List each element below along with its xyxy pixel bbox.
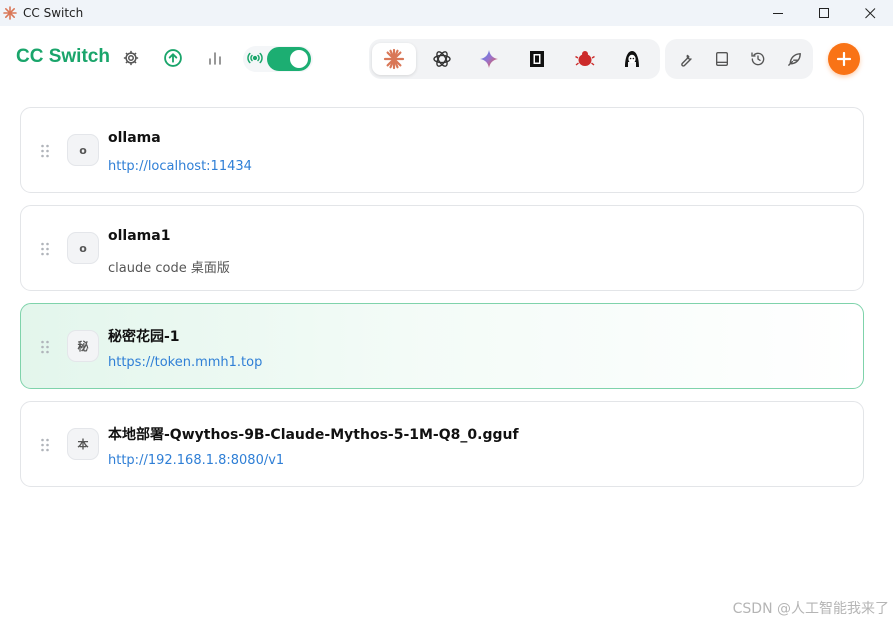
settings-button[interactable] [120,47,142,69]
provider-card[interactable]: o ollama http://localhost:11434 [20,107,864,193]
drag-handle-icon[interactable] [40,242,50,256]
close-button[interactable] [847,0,893,26]
watermark: CSDN @人工智能我来了 [732,601,889,617]
provider-url-link[interactable]: https://token.mmh1.top [108,355,262,370]
provider-avatar: o [67,134,99,166]
minimize-icon [772,12,783,14]
app-tabs-group [369,39,660,79]
opencode-icon [530,51,544,67]
maximize-button[interactable] [801,0,847,26]
provider-description: claude code 桌面版 [108,261,230,276]
drag-handle-icon[interactable] [40,144,50,158]
toggle-knob [290,50,308,68]
gemini-icon [480,50,498,68]
provider-name: 秘密花园-1 [108,329,180,345]
maximize-icon [818,7,829,18]
proxy-toggle[interactable] [267,47,311,71]
tool-button-feather[interactable] [774,43,814,75]
tab-opencode[interactable] [515,43,559,75]
tool-button-wrench[interactable] [665,43,705,75]
app-logo-icon [3,6,17,20]
drag-handle-icon[interactable] [40,340,50,354]
provider-url-link[interactable]: http://localhost:11434 [108,159,252,174]
provider-avatar: 本 [67,428,99,460]
minimize-button[interactable] [755,0,801,26]
provider-card[interactable]: o ollama1 claude code 桌面版 [20,205,864,291]
hacker-icon [625,51,639,67]
tool-button-history[interactable] [738,43,778,75]
proxy-signal-icon [244,47,266,69]
tab-openai[interactable] [420,43,464,75]
provider-name: ollama1 [108,228,171,244]
tab-claude[interactable] [372,43,416,75]
tab-bug[interactable] [563,43,607,75]
add-provider-button[interactable] [828,43,860,75]
tool-button-book[interactable] [702,43,742,75]
arrow-up-circle-icon [164,49,182,67]
wrench-icon [680,54,692,67]
feather-icon [787,52,801,66]
openai-icon [433,51,451,67]
claude-icon [383,48,405,70]
header-toolbar: CC Switch [0,26,893,92]
provider-card[interactable]: 本 本地部署-Qwythos-9B-Claude-Mythos-5-1M-Q8_… [20,401,864,487]
update-button[interactable] [162,47,184,69]
window-title: CC Switch [23,6,84,20]
bar-chart-icon [209,52,221,65]
brand-title: CC Switch [16,46,110,67]
tab-hacker[interactable] [610,43,654,75]
history-icon [751,52,765,66]
usage-stats-button[interactable] [204,47,226,69]
bug-icon [575,51,595,66]
tab-gemini[interactable] [467,43,511,75]
provider-avatar: o [67,232,99,264]
title-bar: CC Switch [0,0,893,26]
provider-list: o ollama http://localhost:11434 o ollama… [20,107,864,499]
provider-card-active[interactable]: 秘 秘密花园-1 https://token.mmh1.top [20,303,864,389]
provider-url-link[interactable]: http://192.168.1.8:8080/v1 [108,453,284,468]
provider-name: ollama [108,130,161,146]
plus-icon [837,52,851,66]
provider-avatar: 秘 [67,330,99,362]
tools-group [665,39,813,79]
window-controls [755,0,893,26]
drag-handle-icon[interactable] [40,438,50,452]
close-icon [864,7,875,18]
provider-name: 本地部署-Qwythos-9B-Claude-Mythos-5-1M-Q8_0.… [108,427,519,443]
book-icon [716,52,728,66]
gear-icon [123,50,139,66]
